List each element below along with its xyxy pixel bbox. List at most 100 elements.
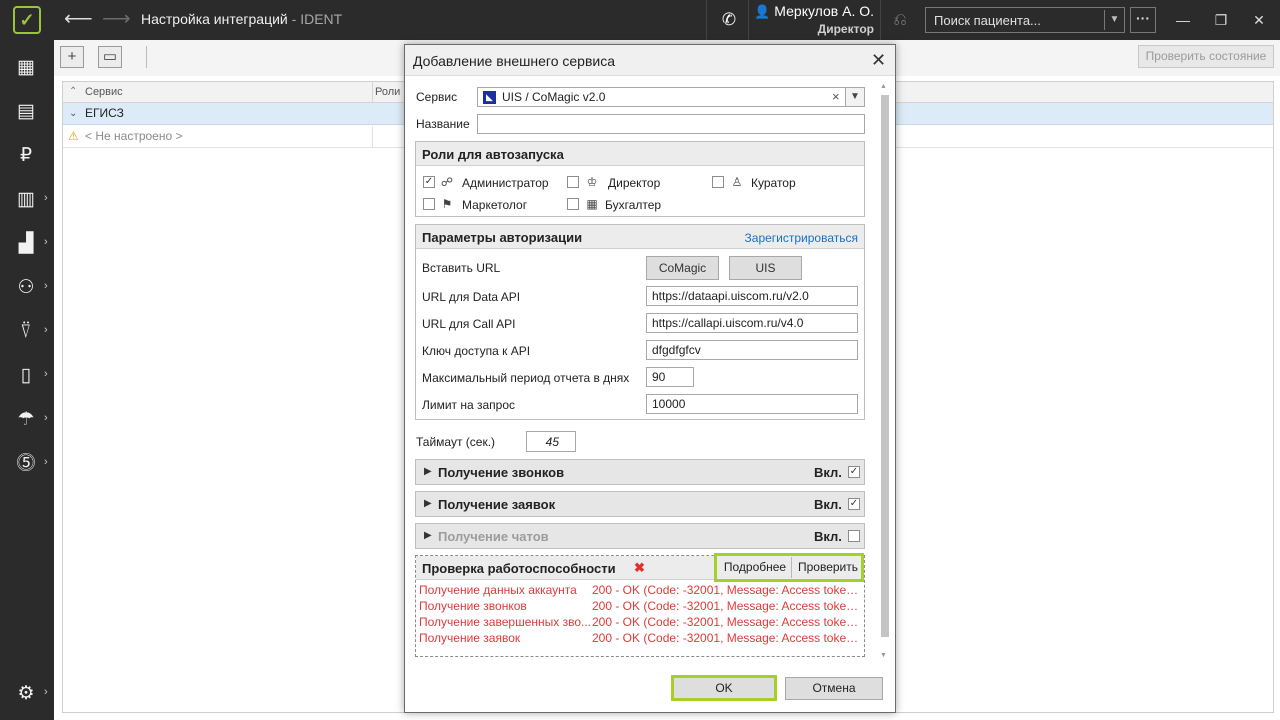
- history-back-icon[interactable]: ⎌: [888, 9, 912, 31]
- request-limit-field[interactable]: [646, 394, 858, 414]
- enabled-label: Вкл.: [814, 497, 842, 512]
- documents-check-icon: ▤: [17, 101, 35, 122]
- section-title: Получение звонков: [438, 465, 565, 480]
- sidebar-item-analytics[interactable]: ▟ ›: [0, 222, 54, 266]
- scrollbar-thumb[interactable]: [881, 95, 889, 637]
- chevron-down-icon[interactable]: ▼: [845, 88, 864, 106]
- sidebar-item-payments[interactable]: ⓹ ›: [0, 442, 54, 486]
- curator-role-icon: ♙: [731, 175, 743, 189]
- column-header-roles[interactable]: Роли: [375, 82, 400, 102]
- group-title: Роли для автозапуска: [422, 147, 564, 162]
- page-title: Настройка интеграций: [141, 11, 288, 27]
- section-chats[interactable]: ▶ Получение чатов Вкл.: [415, 523, 865, 549]
- sidebar-item-calendar[interactable]: ▥ ›: [0, 178, 54, 222]
- director-role-icon: ♔: [586, 175, 598, 189]
- scroll-down-icon[interactable]: ▼: [880, 652, 887, 659]
- section-title: Получение заявок: [438, 497, 556, 512]
- sidebar: ▦ ▤ ₽ ▥ › ▟ › ⚇ › ⍢ › ▯ › ☂ › ⓹ › ⚙ ›: [0, 40, 54, 720]
- sort-up-icon: ⌃: [69, 86, 78, 97]
- sidebar-item-documents[interactable]: ▤: [0, 90, 54, 134]
- register-link[interactable]: Зарегистрироваться: [745, 231, 858, 245]
- role-label-curator: Куратор: [751, 176, 796, 190]
- api-key-label: Ключ доступа к API: [422, 344, 531, 358]
- check-button[interactable]: Проверить: [793, 557, 863, 578]
- uis-button[interactable]: UIS: [729, 256, 802, 280]
- sidebar-item-devices[interactable]: ▯ ›: [0, 354, 54, 398]
- role-checkbox-director[interactable]: [567, 176, 579, 188]
- devices-icon: ▯: [20, 365, 32, 386]
- comagic-button[interactable]: CoMagic: [646, 256, 719, 280]
- ident-logo-icon[interactable]: ✓: [13, 6, 41, 34]
- close-window-icon[interactable]: ✕: [1248, 10, 1270, 30]
- chevron-right-icon[interactable]: ▶: [424, 530, 432, 541]
- user-name: Меркулов А. О.: [774, 3, 874, 19]
- chevron-right-icon: ›: [44, 456, 48, 468]
- user-info[interactable]: 👤 Меркулов А. О. Директор: [752, 3, 874, 36]
- timeout-field[interactable]: [526, 431, 576, 452]
- sidebar-item-finance[interactable]: ₽: [0, 134, 54, 178]
- user-role: Директор: [817, 22, 874, 36]
- chats-enabled-checkbox[interactable]: [848, 530, 860, 542]
- request-limit-label: Лимит на запрос: [422, 398, 516, 412]
- accountant-role-icon: ▦: [586, 197, 598, 211]
- clear-icon[interactable]: ×: [832, 89, 840, 104]
- call-api-label: URL для Call API: [422, 317, 516, 331]
- forward-arrow-icon[interactable]: ⟶: [102, 8, 131, 30]
- health-buttons: Подробнее Проверить: [714, 553, 864, 582]
- chevron-right-icon: ›: [44, 236, 48, 248]
- back-arrow-icon[interactable]: ⟵: [64, 8, 93, 30]
- chevron-right-icon: ›: [44, 280, 48, 292]
- role-checkbox-accountant[interactable]: [567, 198, 579, 210]
- service-select[interactable]: ◣ UIS / CoMagic v2.0 × ▼: [477, 87, 865, 107]
- tooth-icon: ⍢: [20, 321, 32, 342]
- patient-search-input[interactable]: [926, 8, 1104, 32]
- chevron-right-icon[interactable]: ▶: [424, 498, 432, 509]
- enabled-label: Вкл.: [814, 465, 842, 480]
- section-calls[interactable]: ▶ Получение звонков Вкл. ✓: [415, 459, 865, 485]
- sidebar-item-insurance[interactable]: ☂ ›: [0, 398, 54, 442]
- row-service-cell: ⚠ < Не настроено >: [63, 126, 373, 148]
- role-checkbox-admin[interactable]: ✓: [423, 176, 435, 188]
- restore-icon[interactable]: ❐: [1210, 10, 1232, 30]
- sidebar-item-schedule[interactable]: ▦: [0, 46, 54, 90]
- chevron-down-icon[interactable]: ▼: [1104, 10, 1124, 30]
- close-icon[interactable]: ✕: [871, 49, 886, 71]
- titlebar-divider: [706, 0, 707, 40]
- check-state-button[interactable]: Проверить состояние: [1138, 45, 1274, 68]
- archive-icon[interactable]: ▭: [98, 46, 122, 68]
- api-key-field[interactable]: [646, 340, 858, 360]
- column-header-service[interactable]: ⌃ Сервис: [63, 82, 373, 103]
- sidebar-item-settings[interactable]: ⚙ ›: [0, 672, 54, 716]
- dialog-scrollbar[interactable]: ▲ ▼: [880, 83, 890, 659]
- chevron-right-icon: ›: [44, 686, 48, 698]
- requests-enabled-checkbox[interactable]: ✓: [848, 498, 860, 510]
- group-header: Параметры авторизации Зарегистрироваться: [416, 225, 864, 249]
- max-period-field[interactable]: [646, 367, 694, 387]
- phone-icon[interactable]: ✆: [718, 9, 740, 31]
- dialog-title-bar: Добавление внешнего сервиса ✕: [405, 45, 895, 76]
- group-title: Параметры авторизации: [422, 230, 583, 245]
- service-label: Сервис: [416, 90, 458, 104]
- cancel-button[interactable]: Отмена: [785, 677, 883, 700]
- chevron-right-icon: ›: [44, 368, 48, 380]
- group-title: Проверка работоспособности: [422, 561, 616, 576]
- role-checkbox-curator[interactable]: [712, 176, 724, 188]
- data-api-url-field[interactable]: [646, 286, 858, 306]
- patient-search[interactable]: ▼: [925, 7, 1125, 33]
- name-field[interactable]: [477, 114, 865, 134]
- add-icon[interactable]: +: [60, 46, 84, 68]
- ok-button[interactable]: OK: [671, 675, 777, 701]
- sidebar-item-dental[interactable]: ⍢ ›: [0, 310, 54, 354]
- details-button[interactable]: Подробнее: [719, 557, 791, 578]
- calls-enabled-checkbox[interactable]: ✓: [848, 466, 860, 478]
- more-button[interactable]: ···: [1130, 7, 1156, 33]
- call-api-url-field[interactable]: [646, 313, 858, 333]
- chevron-down-icon[interactable]: ⌄: [69, 103, 77, 124]
- scroll-up-icon[interactable]: ▲: [880, 83, 887, 90]
- role-checkbox-marketer[interactable]: [423, 198, 435, 210]
- minimize-icon[interactable]: —: [1172, 10, 1194, 30]
- sidebar-item-patients[interactable]: ⚇ ›: [0, 266, 54, 310]
- chevron-right-icon[interactable]: ▶: [424, 466, 432, 477]
- name-label: Название: [416, 117, 470, 131]
- section-requests[interactable]: ▶ Получение заявок Вкл. ✓: [415, 491, 865, 517]
